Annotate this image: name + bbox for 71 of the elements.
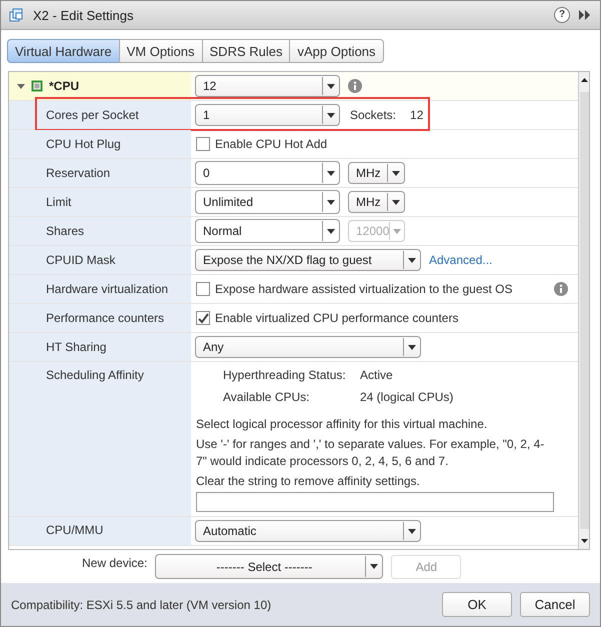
caret-icon: [408, 344, 416, 350]
checkbox-label: Enable CPU Hot Add: [215, 137, 328, 151]
section-title: *CPU: [49, 79, 80, 93]
vm-icon: [9, 7, 25, 23]
field-label: New device:: [82, 556, 148, 570]
checkbox-label: Expose hardware assisted virtualization to the guest OS: [215, 282, 512, 296]
cancel-button[interactable]: Cancel: [520, 592, 590, 617]
field-label: Scheduling Affinity: [46, 368, 144, 382]
caret-icon: [392, 200, 400, 204]
field-label: Sockets:: [350, 108, 396, 122]
affinity-input[interactable]: [196, 492, 554, 512]
checkbox-label: Enable virtualized CPU performance counters: [215, 311, 458, 325]
caret-icon: [327, 200, 335, 204]
expand-toggle[interactable]: [17, 82, 25, 90]
dropdown[interactable]: Normal: [195, 219, 340, 243]
tab[interactable]: SDRS Rules: [202, 39, 290, 63]
checkbox[interactable]: [196, 137, 210, 151]
field-label: Performance counters: [46, 311, 164, 325]
ok-button[interactable]: OK: [442, 592, 512, 617]
dropdown[interactable]: Automatic: [195, 520, 421, 542]
field-label: Reservation: [46, 166, 110, 180]
scroll-down-icon: [580, 539, 588, 543]
dropdown[interactable]: 1: [195, 104, 340, 126]
caret-icon: [370, 564, 378, 569]
checkbox[interactable]: [196, 311, 210, 325]
tab[interactable]: Virtual Hardware: [7, 39, 120, 63]
caret-icon: [392, 170, 400, 176]
caret-icon: [327, 112, 335, 118]
help-text: Select logical processor affinity for this virtual machine.: [196, 416, 488, 433]
chip-icon: [31, 80, 43, 92]
caret-icon: [327, 84, 335, 88]
scrollbar[interactable]: [578, 72, 589, 549]
field-label: CPUID Mask: [46, 253, 116, 267]
caret-icon: [408, 528, 416, 534]
collapse-arrow-icon: [17, 82, 25, 90]
dropdown[interactable]: MHz: [348, 191, 405, 213]
field-label: CPU Hot Plug: [46, 137, 121, 151]
scroll-up-icon: [580, 78, 588, 82]
dropdown[interactable]: MHz: [348, 162, 405, 184]
dropdown[interactable]: Unlimited: [195, 190, 340, 214]
field-value: Active: [360, 368, 394, 382]
help-text: Clear the string to remove affinity settings.: [196, 473, 421, 490]
checkbox[interactable]: [196, 282, 210, 296]
field-label: Available CPUs:: [223, 390, 310, 404]
check-icon: [198, 312, 208, 324]
tab[interactable]: VM Options: [118, 39, 203, 63]
dropdown[interactable]: ------- Select -------: [155, 554, 384, 579]
field-label: Cores per Socket: [46, 108, 139, 122]
field-label: Shares: [46, 224, 84, 238]
caret-icon: [327, 170, 335, 176]
dropdown[interactable]: Expose the NX/XD flag to guest: [195, 249, 421, 271]
dropdown[interactable]: 0: [195, 161, 340, 185]
field-value: 12: [410, 108, 424, 122]
dropdown[interactable]: Any: [195, 336, 421, 358]
help-button[interactable]: ?: [554, 7, 570, 23]
field-label: CPU/MMU: [46, 523, 104, 537]
double-arrow-icon: [578, 9, 592, 21]
field-value: 24 (logical CPUs): [360, 390, 454, 404]
compatibility-text: Compatibility: ESXi 5.5 and later (VM version 10): [11, 598, 272, 612]
advanced-link[interactable]: Advanced...: [429, 253, 492, 267]
tab[interactable]: vApp Options: [289, 39, 384, 63]
window-title: X2 - Edit Settings: [33, 8, 134, 22]
help-text: Use '-' for ranges and ',' to separate values. For example, "0, 2, 4-7" would indicate processors 0, 2, 4, 5, 6 and 7.: [196, 436, 546, 470]
dropdown[interactable]: 12: [195, 75, 340, 97]
field-label: Hyperthreading Status:: [223, 368, 347, 382]
field-label: Limit: [46, 195, 72, 209]
caret-icon: [327, 228, 335, 234]
caret-icon: [393, 228, 402, 234]
caret-icon: [408, 258, 416, 262]
field-label: HT Sharing: [46, 340, 106, 354]
field-label: Hardware virtualization: [46, 282, 168, 296]
